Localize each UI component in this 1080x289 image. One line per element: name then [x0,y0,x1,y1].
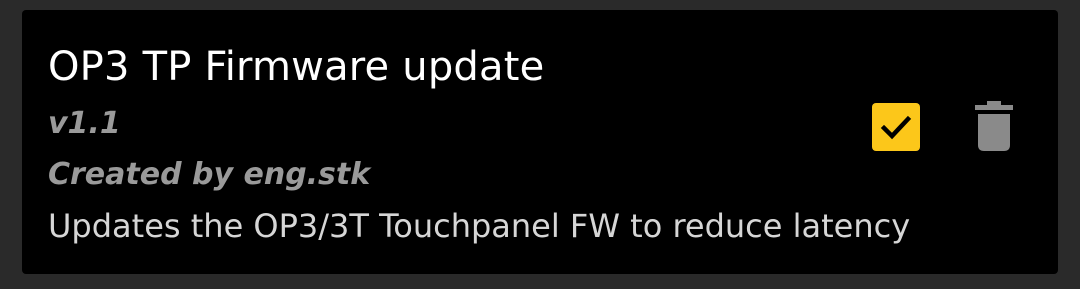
trash-icon [975,101,1013,151]
enable-module-checkbox[interactable] [872,103,920,151]
module-card: OP3 TP Firmware update v1.1 Created by e… [22,10,1058,274]
module-description: Updates the OP3/3T Touchpanel FW to redu… [48,207,911,245]
module-title: OP3 TP Firmware update [48,44,545,90]
module-version: v1.1 [48,106,121,141]
check-icon [880,115,912,140]
module-author: Created by eng.stk [48,157,371,192]
delete-module-button[interactable] [975,101,1013,151]
